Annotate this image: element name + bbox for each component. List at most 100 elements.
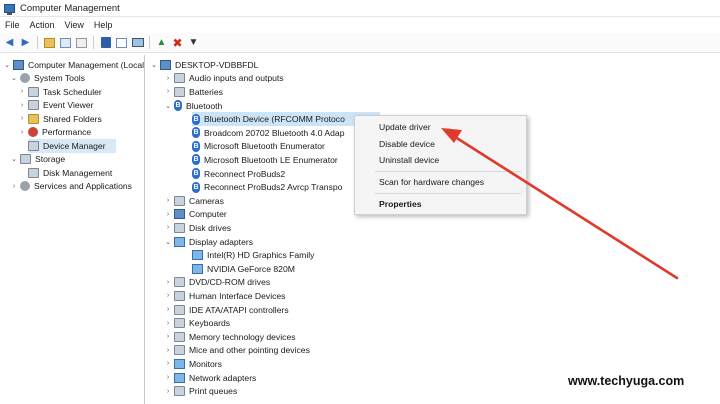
tree-item-performance[interactable]: › Performance [18,126,91,140]
chevron-right-icon[interactable]: › [164,360,172,367]
chevron-right-icon[interactable]: › [164,388,172,395]
chevron-down-icon[interactable]: ⌄ [164,102,172,110]
monitor-icon[interactable] [131,36,144,49]
chevron-right-icon[interactable]: › [10,183,18,190]
category-audio-inputs-outputs[interactable]: › Audio inputs and outputs [164,72,284,86]
chevron-down-icon[interactable]: ⌄ [150,61,158,69]
chevron-right-icon[interactable]: › [164,333,172,340]
chevron-right-icon[interactable]: › [164,292,172,299]
chevron-right-icon[interactable]: › [164,197,172,204]
category-computer[interactable]: › Computer [164,208,227,222]
tree-label: Mice and other pointing devices [189,345,310,356]
category-dvd-cdrom[interactable]: › DVD/CD-ROM drives [164,276,270,290]
tree-label: System Tools [34,73,85,84]
tree-label: Device Manager [43,140,106,151]
show-hide-tree-icon[interactable] [59,36,72,49]
forward-arrow-icon[interactable]: ▶ [19,36,32,49]
category-memory-technology[interactable]: › Memory technology devices [164,330,296,344]
tree-item-services-applications[interactable]: › Services and Applications [10,180,132,194]
menu-item-disable-device[interactable]: Disable device [355,137,526,151]
scan-download-icon[interactable]: ▼ [187,36,200,49]
tree-label: Audio inputs and outputs [189,73,284,84]
tree-item-system-tools[interactable]: ⌄ System Tools [10,72,85,86]
tree-label: Event Viewer [43,100,94,111]
menu-file[interactable]: File [5,20,20,30]
bluetooth-icon: B [192,154,200,166]
chevron-right-icon[interactable]: › [164,279,172,286]
chevron-down-icon[interactable]: ⌄ [3,61,11,69]
chevron-right-icon[interactable]: › [164,75,172,82]
device-ms-bluetooth-enumerator[interactable]: B Microsoft Bluetooth Enumerator [192,140,325,154]
bluetooth-icon: B [192,140,200,152]
tree-item-event-viewer[interactable]: › Event Viewer [18,99,93,113]
category-network-adapters[interactable]: › Network adapters [164,371,256,385]
device-intel-hd-graphics[interactable]: Intel(R) HD Graphics Family [192,248,314,262]
computer-icon [160,59,171,70]
tree-label: Print queues [189,386,238,397]
chevron-right-icon[interactable]: › [18,115,26,122]
chevron-right-icon[interactable]: › [164,211,172,218]
update-driver-icon[interactable]: ▲ [155,36,168,49]
computer-management-icon [13,59,24,70]
category-batteries[interactable]: › Batteries [164,85,223,99]
device-reconnect-probuds2[interactable]: B Reconnect ProBuds2 [192,167,285,181]
controller-icon [174,304,185,315]
category-ide-ata[interactable]: › IDE ATA/ATAPI controllers [164,303,289,317]
device-tree-root[interactable]: ⌄ DESKTOP-VDBBFDL [150,58,258,72]
chevron-right-icon[interactable]: › [18,129,26,136]
tree-item-device-manager[interactable]: Device Manager [28,139,116,153]
help-book-icon[interactable] [99,36,112,49]
tree-label: Memory technology devices [189,331,296,342]
category-disk-drives[interactable]: › Disk drives [164,221,231,235]
menu-item-properties[interactable]: Properties [355,197,526,211]
device-nvidia-geforce[interactable]: NVIDIA GeForce 820M [192,262,295,276]
tree-item-storage[interactable]: ⌄ Storage [10,153,65,167]
tree-label: Disk Management [43,167,113,178]
list-view-icon[interactable] [75,36,88,49]
tree-root-computer-management[interactable]: ⌄ Computer Management (Local [3,58,144,72]
uninstall-x-icon[interactable]: ✖ [171,36,184,49]
tree-item-disk-management[interactable]: Disk Management [28,166,112,180]
category-monitors[interactable]: › Monitors [164,357,222,371]
properties-icon[interactable] [115,36,128,49]
menu-view[interactable]: View [65,20,84,30]
tree-label: Disk drives [189,222,232,233]
tree-label: DVD/CD-ROM drives [189,277,271,288]
device-reconnect-probuds2-avrcp[interactable]: B Reconnect ProBuds2 Avrcp Transpo [192,180,342,194]
category-hid[interactable]: › Human Interface Devices [164,289,285,303]
tree-item-task-scheduler[interactable]: › Task Scheduler [18,85,102,99]
category-display-adapters[interactable]: ⌄ Display adapters [164,235,253,249]
chevron-right-icon[interactable]: › [164,306,172,313]
dvd-drive-icon [174,277,185,288]
category-bluetooth[interactable]: ⌄ B Bluetooth [164,99,222,113]
chevron-right-icon[interactable]: › [164,374,172,381]
device-ms-bluetooth-le-enumerator[interactable]: B Microsoft Bluetooth LE Enumerator [192,153,338,167]
menu-action[interactable]: Action [30,20,55,30]
back-arrow-icon[interactable]: ◀ [3,36,16,49]
toolbar-separator [37,36,38,49]
bluetooth-icon: B [192,181,200,193]
category-keyboards[interactable]: › Keyboards [164,316,230,330]
chevron-down-icon[interactable]: ⌄ [10,155,18,163]
chevron-right-icon[interactable]: › [18,88,26,95]
menu-item-update-driver[interactable]: Update driver [355,120,526,134]
category-mice[interactable]: › Mice and other pointing devices [164,344,310,358]
chevron-right-icon[interactable]: › [164,224,172,231]
category-cameras[interactable]: › Cameras [164,194,224,208]
up-folder-icon[interactable] [43,36,56,49]
device-broadcom-bluetooth[interactable]: B Broadcom 20702 Bluetooth 4.0 Adap [192,126,344,140]
menu-item-scan-hardware[interactable]: Scan for hardware changes [355,175,526,189]
chevron-down-icon[interactable]: ⌄ [164,238,172,246]
tree-item-shared-folders[interactable]: › Shared Folders [18,112,102,126]
chevron-down-icon[interactable]: ⌄ [10,74,18,82]
menu-help[interactable]: Help [94,20,113,30]
chevron-right-icon[interactable]: › [164,320,172,327]
category-print-queues[interactable]: › Print queues [164,384,237,398]
device-bluetooth-rfcomm[interactable]: B Bluetooth Device (RFCOMM Protoco [192,112,380,126]
menu-item-uninstall-device[interactable]: Uninstall device [355,153,526,167]
chevron-right-icon[interactable]: › [164,347,172,354]
tree-label: Broadcom 20702 Bluetooth 4.0 Adap [204,127,345,138]
chevron-right-icon[interactable]: › [164,88,172,95]
tree-label: Services and Applications [34,181,132,192]
chevron-right-icon[interactable]: › [18,102,26,109]
